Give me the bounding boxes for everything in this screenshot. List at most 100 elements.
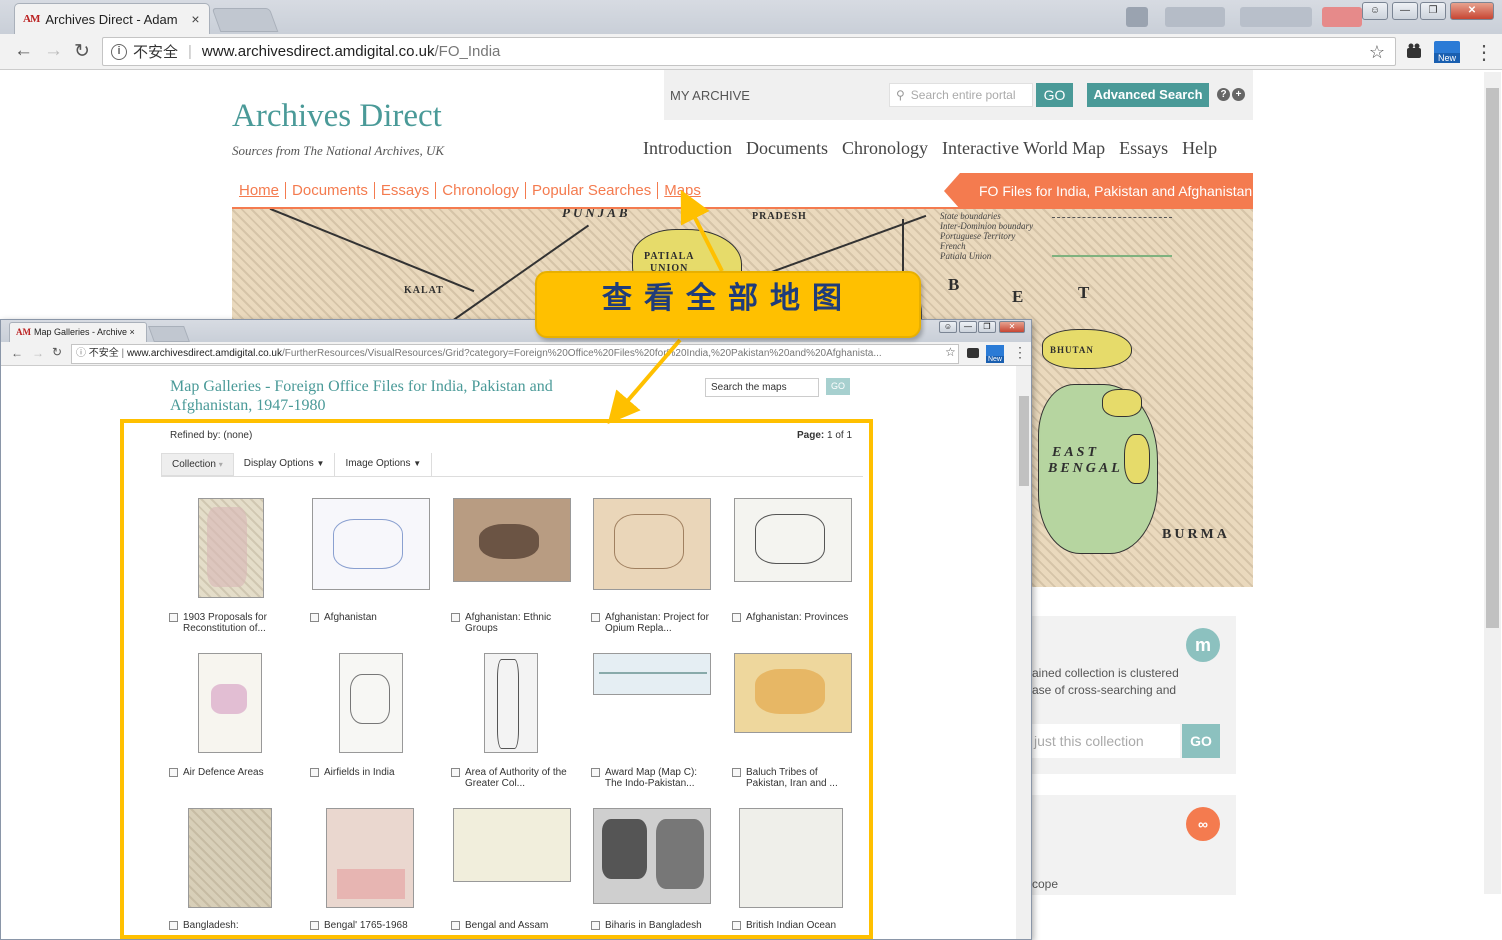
new-extension-icon[interactable]: New	[986, 345, 1004, 363]
breadcrumb-maps[interactable]: Maps	[658, 182, 707, 199]
url-path: /FurtherResources/VisualResources/Grid?c…	[282, 348, 882, 359]
breadcrumb-essays[interactable]: Essays	[375, 182, 437, 199]
back-arrow-icon[interactable]: ←	[11, 346, 23, 360]
map-legend: State boundaries Inter-Dominion boundary…	[940, 211, 1033, 261]
url-path: /FO_India	[434, 43, 501, 60]
new-tab-button[interactable]	[148, 326, 190, 342]
info-icon[interactable]: ⓘ	[76, 348, 89, 359]
legend-item: Patiala Union	[940, 251, 992, 261]
back-arrow-icon[interactable]: ←	[14, 40, 33, 62]
new-badge-label: New	[1434, 53, 1460, 63]
collection-search-go-button[interactable]: GO	[1182, 724, 1220, 758]
new-tab-button[interactable]	[211, 8, 279, 32]
tab-title: Map Galleries - Archive	[34, 327, 128, 337]
breadcrumb-home[interactable]: Home	[239, 182, 287, 199]
collection-m-icon: m	[1186, 628, 1220, 662]
am-favicon-icon: AM	[16, 327, 31, 337]
link-icon[interactable]: ∞	[1186, 807, 1220, 841]
security-label: 不安全	[88, 348, 119, 359]
popup-url-input[interactable]: ⓘ 不安全 | www.archivesdirect.amdigital.co.…	[71, 344, 959, 364]
user-icon[interactable]: ☺	[939, 321, 957, 333]
add-plus-icon[interactable]: +	[1232, 88, 1245, 101]
nav-interactive-world-map[interactable]: Interactive World Map	[942, 138, 1105, 159]
map-label-kalat: KALAT	[404, 285, 444, 296]
map-label-bengal: BENGAL	[1048, 461, 1123, 476]
map-label-pradesh: PRADESH	[752, 211, 807, 222]
maximize-button[interactable]: ❐	[1420, 2, 1446, 20]
map-label-bhutan: BHUTAN	[1050, 345, 1094, 355]
popup-address-bar: ← → ↻ ⓘ 不安全 | www.archivesdirect.amdigit…	[1, 342, 1031, 366]
nav-introduction[interactable]: Introduction	[643, 138, 732, 159]
nav-chronology[interactable]: Chronology	[842, 138, 928, 159]
info-icon[interactable]: i	[111, 43, 127, 60]
user-icon[interactable]: ☺	[1362, 2, 1388, 20]
nav-help[interactable]: Help	[1182, 138, 1217, 159]
minimize-button[interactable]: —	[1392, 2, 1418, 20]
tab-close-icon[interactable]: ×	[191, 11, 199, 27]
help-question-icon[interactable]: ?	[1217, 88, 1230, 101]
scrollbar-thumb[interactable]	[1486, 88, 1499, 628]
scrollbar-thumb[interactable]	[1019, 396, 1029, 486]
new-badge-label: New	[986, 356, 1004, 363]
url-host: www.archivesdirect.amdigital.co.uk	[201, 43, 435, 60]
collection-search-input[interactable]: just this collection	[1032, 724, 1180, 758]
portal-search-go-button[interactable]: GO	[1036, 83, 1073, 107]
security-label: 不安全	[133, 44, 179, 61]
close-window-button[interactable]: ✕	[1450, 2, 1494, 20]
browser-tab-archives-direct[interactable]: AM Archives Direct - Adam ×	[14, 3, 210, 34]
breadcrumb-popular-searches[interactable]: Popular Searches	[526, 182, 659, 199]
collection-search-placeholder: just this collection	[1034, 733, 1144, 749]
address-bar: ← → ↻ i 不安全 | www.archivesdirect.amdigit…	[0, 34, 1502, 70]
extension-icon[interactable]	[967, 348, 979, 358]
breadcrumb-chronology[interactable]: Chronology	[436, 182, 526, 199]
nav-documents[interactable]: Documents	[746, 138, 828, 159]
bookmark-star-icon[interactable]: ☆	[1369, 42, 1385, 63]
search-icon: ⚲	[896, 88, 905, 102]
am-favicon-icon: AM	[23, 13, 40, 25]
minimize-button[interactable]: —	[959, 321, 977, 333]
map-region-state	[1102, 389, 1142, 417]
extension-icon[interactable]	[1404, 42, 1424, 60]
forward-arrow-icon[interactable]: →	[32, 346, 44, 360]
page-title: Map Galleries - Foreign Office Files for…	[170, 378, 553, 414]
panel-text-line: cope	[1032, 877, 1059, 891]
main-navigation: Introduction Documents Chronology Intera…	[643, 138, 1217, 159]
popup-scrollbar[interactable]	[1016, 366, 1031, 939]
new-extension-icon[interactable]: New	[1434, 41, 1460, 63]
reload-icon[interactable]: ↻	[52, 345, 62, 359]
breadcrumb: Home Documents Essays Chronology Popular…	[239, 182, 707, 199]
blurred-region	[1240, 7, 1312, 27]
browser-tab-map-galleries[interactable]: AM Map Galleries - Archive ×	[9, 322, 147, 342]
url-input[interactable]: i 不安全 | www.archivesdirect.amdigital.co.…	[102, 37, 1396, 66]
map-label-patiala: PATIALA	[644, 251, 695, 262]
legend-item: State boundaries	[940, 211, 1001, 221]
reload-icon[interactable]: ↻	[74, 40, 90, 63]
legend-item: French	[940, 241, 966, 251]
bookmark-star-icon[interactable]: ☆	[945, 345, 956, 359]
forward-arrow-icon[interactable]: →	[44, 40, 63, 62]
map-label-b: B	[948, 275, 963, 294]
my-archive-link[interactable]: MY ARCHIVE	[670, 88, 750, 103]
panel-text-line: ase of cross-searching and	[1032, 683, 1177, 697]
site-logo-title[interactable]: Archives Direct	[232, 98, 442, 135]
page-scrollbar[interactable]	[1484, 72, 1501, 894]
callout-view-all-maps: 查看全部地图	[535, 271, 921, 338]
nav-essays[interactable]: Essays	[1119, 138, 1168, 159]
advanced-search-button[interactable]: Advanced Search	[1087, 83, 1209, 107]
collection-title-banner: FO Files for India, Pakistan and Afghani…	[944, 173, 1253, 209]
url-host: www.archivesdirect.amdigital.co.uk	[126, 348, 282, 359]
scope-panel: ∞ cope	[1032, 795, 1236, 895]
map-search-input[interactable]: Search the maps	[705, 378, 819, 397]
map-gallery-highlight-box	[120, 419, 873, 939]
blurred-region	[1165, 7, 1225, 27]
breadcrumb-documents[interactable]: Documents	[286, 182, 375, 199]
browser-menu-icon[interactable]: ⋮	[1474, 40, 1494, 65]
maximize-button[interactable]: ❐	[978, 321, 996, 333]
browser-menu-icon[interactable]: ⋮	[1013, 344, 1027, 361]
close-window-button[interactable]: ✕	[999, 321, 1025, 333]
tab-strip: AM Archives Direct - Adam × ☺ — ❐ ✕	[0, 0, 1502, 34]
site-topbar: MY ARCHIVE ⚲ Search entire portal GO Adv…	[664, 70, 1253, 120]
map-label-t: T	[1078, 283, 1093, 302]
map-search-go-button[interactable]: GO	[826, 378, 850, 395]
portal-search-input[interactable]: ⚲ Search entire portal	[889, 83, 1033, 107]
